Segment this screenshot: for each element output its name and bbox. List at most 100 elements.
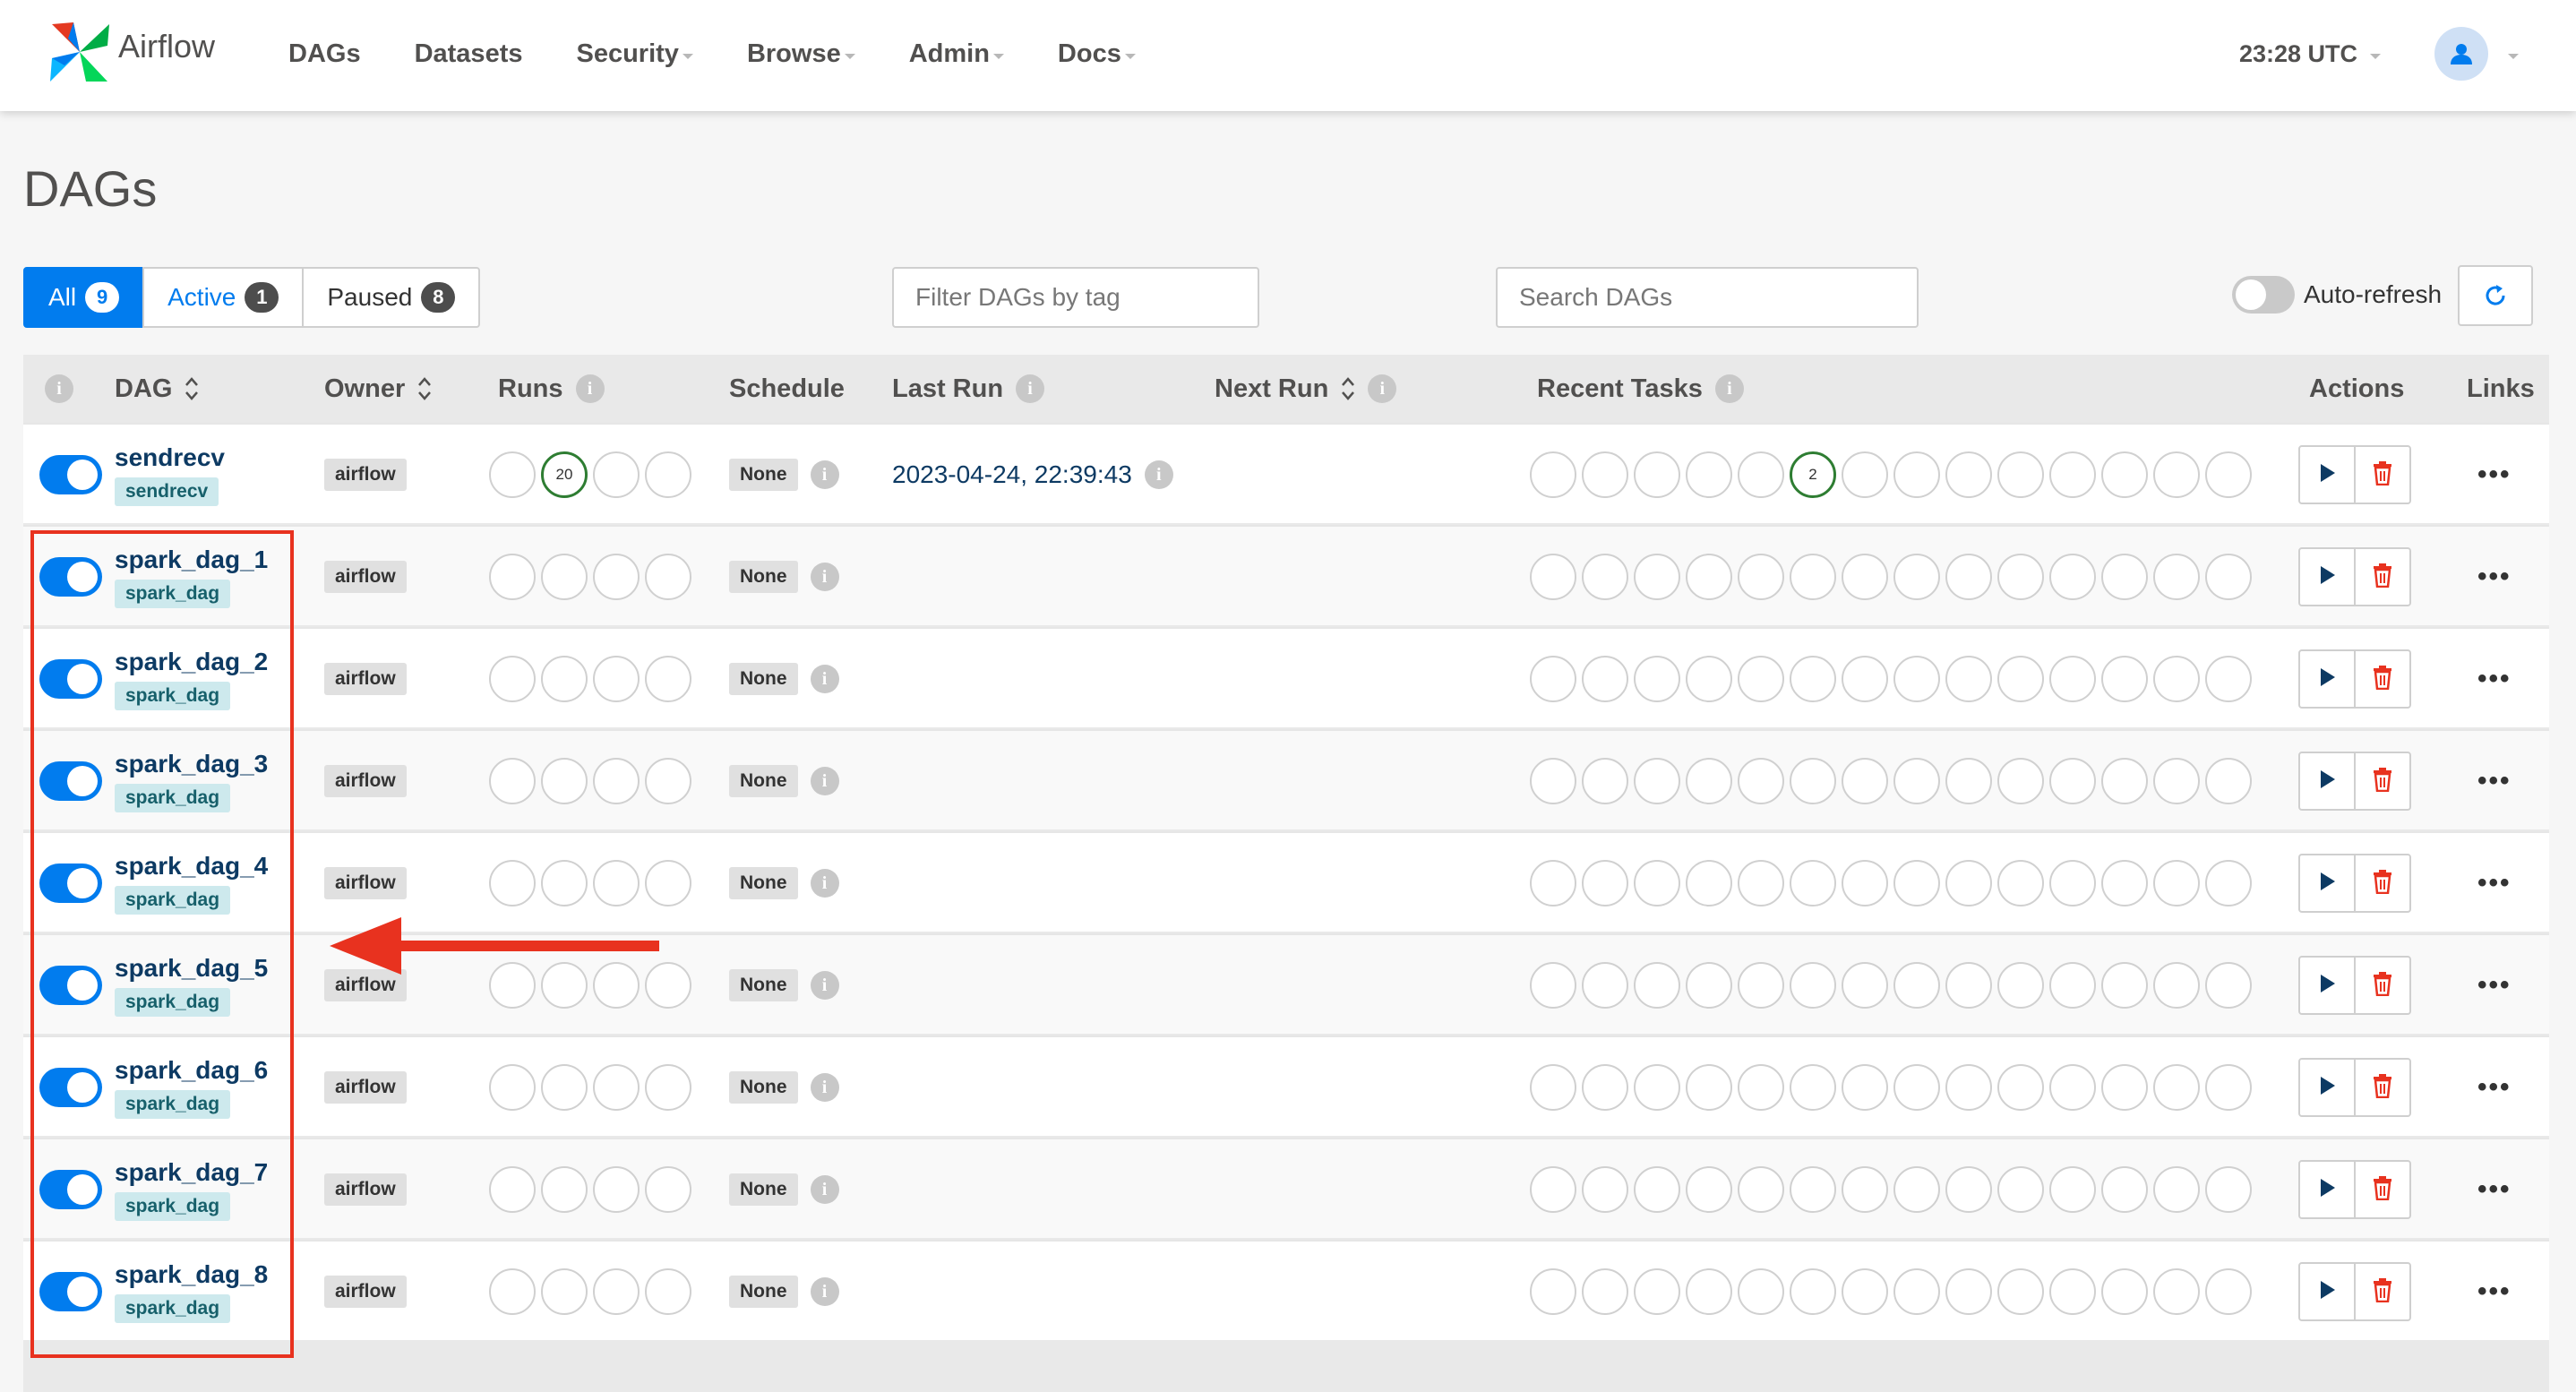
task-status-circle[interactable]: [2049, 656, 2096, 702]
task-status-circle[interactable]: [2049, 1166, 2096, 1213]
owner-badge[interactable]: airflow: [324, 765, 407, 797]
task-status-circle[interactable]: [2153, 1268, 2200, 1315]
owner-badge[interactable]: airflow: [324, 561, 407, 593]
task-status-circle[interactable]: [2101, 1166, 2148, 1213]
task-status-circle[interactable]: [2153, 656, 2200, 702]
run-status-circle[interactable]: [645, 1268, 691, 1315]
task-status-circle[interactable]: [2205, 860, 2252, 907]
nav-item-admin[interactable]: Admin: [909, 39, 1004, 69]
run-status-circle[interactable]: [593, 1166, 640, 1213]
task-status-circle[interactable]: [1790, 1268, 1836, 1315]
task-status-circle[interactable]: [2101, 860, 2148, 907]
task-status-circle[interactable]: [1997, 758, 2044, 804]
more-links-icon[interactable]: •••: [2477, 970, 2512, 1001]
task-status-circle[interactable]: [1893, 656, 1940, 702]
more-links-icon[interactable]: •••: [2477, 460, 2512, 490]
task-status-circle[interactable]: [1634, 860, 1680, 907]
task-status-circle[interactable]: [1634, 656, 1680, 702]
task-status-circle[interactable]: [1842, 962, 1888, 1009]
dag-tag[interactable]: spark_dag: [115, 886, 231, 915]
task-status-circle[interactable]: [1582, 451, 1628, 498]
task-status-circle[interactable]: [1582, 1268, 1628, 1315]
run-status-circle[interactable]: [645, 860, 691, 907]
run-status-circle[interactable]: [541, 554, 588, 600]
task-status-circle[interactable]: [1582, 962, 1628, 1009]
auto-refresh-toggle[interactable]: [2232, 276, 2295, 314]
task-status-circle[interactable]: [1582, 860, 1628, 907]
task-status-circle[interactable]: [2101, 656, 2148, 702]
task-status-circle[interactable]: [1790, 962, 1836, 1009]
task-status-circle[interactable]: [1842, 451, 1888, 498]
dag-link[interactable]: spark_dag_1: [115, 546, 268, 574]
task-status-circle[interactable]: [1634, 962, 1680, 1009]
nav-item-datasets[interactable]: Datasets: [415, 39, 523, 69]
task-status-circle[interactable]: [1738, 1268, 1784, 1315]
task-status-circle[interactable]: [2049, 860, 2096, 907]
task-status-circle[interactable]: [1945, 1268, 1992, 1315]
timezone-clock[interactable]: 23:28 UTC: [2239, 40, 2381, 68]
run-status-circle[interactable]: [645, 1064, 691, 1111]
task-status-circle[interactable]: [1945, 1064, 1992, 1111]
run-status-circle[interactable]: [593, 451, 640, 498]
dag-pause-toggle[interactable]: [39, 761, 102, 801]
dag-pause-toggle[interactable]: [39, 1170, 102, 1209]
task-status-circle[interactable]: [1997, 1064, 2044, 1111]
dag-tag[interactable]: spark_dag: [115, 1294, 231, 1323]
task-status-circle[interactable]: [1738, 1166, 1784, 1213]
task-status-circle[interactable]: [1738, 554, 1784, 600]
nav-item-security[interactable]: Security: [576, 39, 693, 69]
dag-pause-toggle[interactable]: [39, 557, 102, 597]
task-status-circle[interactable]: [1530, 1166, 1576, 1213]
header-dag[interactable]: DAG: [115, 355, 199, 423]
run-status-circle[interactable]: [593, 554, 640, 600]
task-status-circle[interactable]: [1738, 451, 1784, 498]
run-status-circle[interactable]: [541, 758, 588, 804]
last-run-link[interactable]: 2023-04-24, 22:39:43: [892, 460, 1132, 489]
task-status-circle[interactable]: [2049, 758, 2096, 804]
tab-paused[interactable]: Paused 8: [302, 267, 481, 328]
task-status-circle[interactable]: [1790, 1166, 1836, 1213]
task-status-circle[interactable]: [2205, 758, 2252, 804]
task-status-circle[interactable]: [1997, 656, 2044, 702]
more-links-icon[interactable]: •••: [2477, 1174, 2512, 1205]
task-status-circle[interactable]: [2101, 1268, 2148, 1315]
run-status-circle[interactable]: [489, 1166, 536, 1213]
run-status-circle[interactable]: [489, 451, 536, 498]
task-status-circle[interactable]: [1530, 860, 1576, 907]
trigger-dag-button[interactable]: [2298, 854, 2356, 913]
task-status-circle[interactable]: [1945, 554, 1992, 600]
nav-item-browse[interactable]: Browse: [747, 39, 855, 69]
more-links-icon[interactable]: •••: [2477, 664, 2512, 694]
task-status-circle[interactable]: [1738, 758, 1784, 804]
task-status-circle[interactable]: [1997, 451, 2044, 498]
task-status-circle[interactable]: [1582, 554, 1628, 600]
task-status-circle[interactable]: [1634, 1268, 1680, 1315]
task-status-circle[interactable]: [1738, 962, 1784, 1009]
task-status-circle[interactable]: [1893, 451, 1940, 498]
dag-tag[interactable]: spark_dag: [115, 988, 231, 1017]
task-status-circle[interactable]: [2205, 451, 2252, 498]
task-status-circle[interactable]: [2049, 1268, 2096, 1315]
more-links-icon[interactable]: •••: [2477, 1072, 2512, 1103]
run-status-circle[interactable]: [593, 656, 640, 702]
task-status-circle[interactable]: [1842, 1166, 1888, 1213]
run-status-circle[interactable]: [593, 758, 640, 804]
task-status-circle[interactable]: [1893, 554, 1940, 600]
dag-pause-toggle[interactable]: [39, 455, 102, 494]
task-status-circle[interactable]: [1582, 758, 1628, 804]
task-status-circle-success[interactable]: 2: [1790, 451, 1836, 498]
dag-tag[interactable]: spark_dag: [115, 1192, 231, 1221]
delete-dag-button[interactable]: [2354, 1160, 2411, 1219]
more-links-icon[interactable]: •••: [2477, 562, 2512, 592]
task-status-circle[interactable]: [1945, 656, 1992, 702]
run-status-circle[interactable]: [541, 860, 588, 907]
nav-item-docs[interactable]: Docs: [1058, 39, 1136, 69]
task-status-circle[interactable]: [1997, 860, 2044, 907]
task-status-circle[interactable]: [1893, 962, 1940, 1009]
dag-link[interactable]: spark_dag_6: [115, 1056, 268, 1085]
run-status-circle-success[interactable]: 20: [541, 451, 588, 498]
search-dags-input[interactable]: [1496, 267, 1919, 328]
delete-dag-button[interactable]: [2354, 752, 2411, 811]
dag-pause-toggle[interactable]: [39, 966, 102, 1005]
delete-dag-button[interactable]: [2354, 1058, 2411, 1117]
